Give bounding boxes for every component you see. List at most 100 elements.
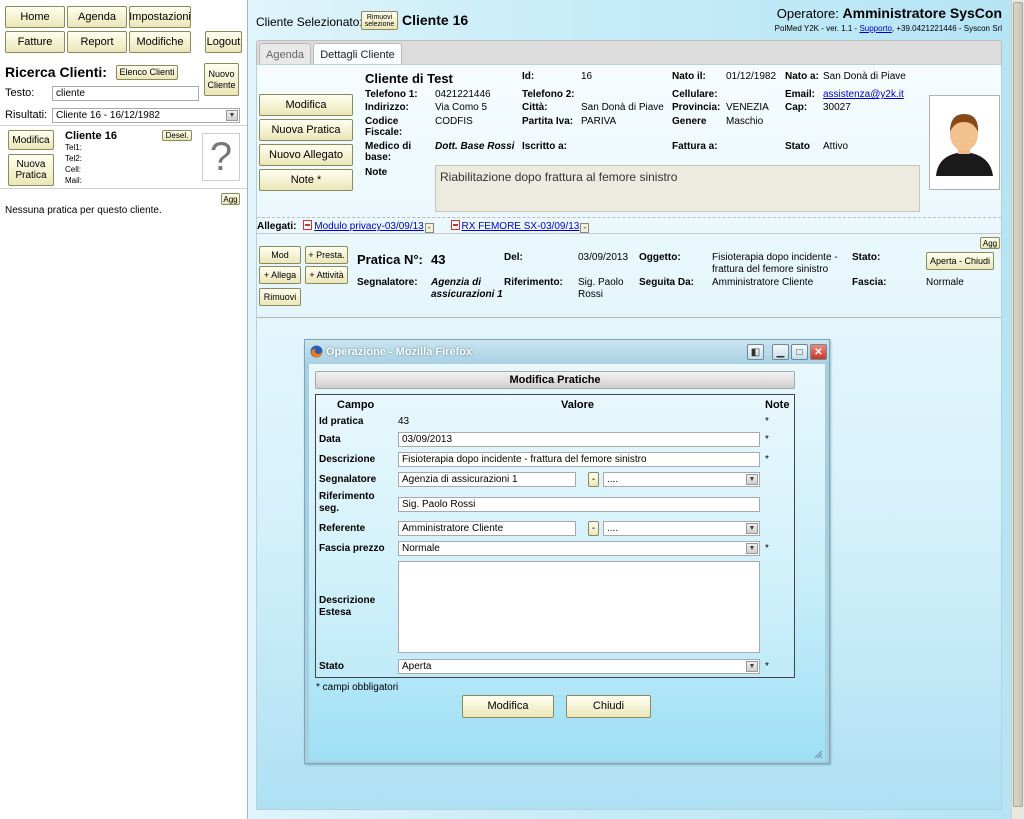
fascia-value: Normale <box>926 277 964 288</box>
id-pratica-value: 43 <box>398 416 410 427</box>
descrizione-field[interactable] <box>398 452 760 467</box>
presta-button[interactable]: + Presta. <box>305 246 348 264</box>
modifiche-button[interactable]: Modifiche <box>129 31 191 53</box>
telefono1-label: Telefono 1: <box>365 89 418 100</box>
allegato-modulo-privacy-link[interactable]: Modulo privacy-03/09/13 <box>314 221 424 232</box>
iscritto-label: Iscritto a: <box>522 141 568 152</box>
scrollbar-thumb[interactable] <box>1013 2 1023 807</box>
left-sidebar: Home Agenda Impostazioni Fatture Report … <box>0 0 248 819</box>
partita-label: Partita Iva: <box>522 116 574 127</box>
nato-a-value: San Donà di Piave <box>823 71 906 82</box>
chevron-down-icon: ▼ <box>226 110 238 121</box>
impostazioni-button[interactable]: Impostazioni <box>129 6 191 28</box>
cliente-modifica-button[interactable]: Modifica <box>259 94 353 116</box>
descrizione-label: Descrizione <box>319 454 376 465</box>
allegato-rx-femore-link[interactable]: RX FEMORE SX-03/09/13 <box>462 221 580 232</box>
nuovo-allegato-button[interactable]: Nuovo Allegato <box>259 144 353 166</box>
indirizzo-value: Via Como 5 <box>435 102 488 113</box>
fattura-label: Fattura a: <box>672 141 718 152</box>
search-input[interactable] <box>52 86 199 101</box>
testo-label: Testo: <box>5 87 35 99</box>
telefono1-value: 0421221446 <box>435 89 491 100</box>
genere-label: Genere <box>672 116 707 127</box>
riferimento-seg-field[interactable] <box>398 497 760 512</box>
descrizione-estesa-textarea[interactable] <box>398 561 760 653</box>
data-label: Data <box>319 434 341 445</box>
maximize-icon[interactable]: □ <box>791 344 808 360</box>
segnalatore-clear-button[interactable]: - <box>588 472 599 487</box>
oggetto-value: Fisioterapia dopo incidente - frattura d… <box>712 252 838 275</box>
riferimento-seg-label: Riferimento seg. <box>319 491 375 514</box>
popup-body: Modifica Pratiche Campo Valore Note Id p… <box>309 364 825 761</box>
minimize-icon[interactable]: ▁ <box>772 344 789 360</box>
supporto-link[interactable]: Supporto <box>859 24 891 33</box>
modifica-pratiche-heading: Modifica Pratiche <box>315 371 795 389</box>
del-value: 03/09/2013 <box>578 252 629 263</box>
attivita-button[interactable]: + Attività <box>305 266 348 284</box>
tab-dettagli-cliente[interactable]: Dettagli Cliente <box>313 43 402 66</box>
note-button[interactable]: Note * <box>259 169 353 191</box>
riferimento-value: Sig. Paolo Rossi <box>578 277 624 300</box>
citta-value: San Donà di Piave <box>581 102 664 113</box>
risultati-select[interactable]: Cliente 16 - 16/12/1982 ▼ <box>52 108 240 123</box>
report-button[interactable]: Report <box>67 31 127 53</box>
nuova-pratica-button[interactable]: Nuova Pratica <box>259 119 353 141</box>
risultati-value: Cliente 16 - 16/12/1982 <box>56 110 160 121</box>
popup-chiudi-button[interactable]: Chiudi <box>566 695 651 718</box>
card-photo-placeholder: ? <box>202 133 240 181</box>
seguita-value: Amministratore Cliente <box>712 277 814 288</box>
riferimento-label: Riferimento: <box>504 277 563 288</box>
segnalatore-field[interactable] <box>398 472 576 487</box>
nato-il-label: Nato il: <box>672 71 706 82</box>
genere-value: Maschio <box>726 116 764 127</box>
close-icon[interactable]: ✕ <box>810 344 827 360</box>
pratica-agg-button[interactable]: Agg <box>980 237 1000 249</box>
card-mail: Mail: <box>65 176 82 185</box>
popup-modifica-button[interactable]: Modifica <box>462 695 554 718</box>
stato-select[interactable]: Aperta ▼ <box>398 659 760 674</box>
referente-select-value: .... <box>607 523 619 534</box>
tab-agenda[interactable]: Agenda <box>259 43 311 65</box>
rimuovi-selezione-button[interactable]: Rimuovi selezione <box>361 11 398 30</box>
fascia-prezzo-select[interactable]: Normale ▼ <box>398 541 760 556</box>
referente-select[interactable]: .... ▼ <box>603 521 760 536</box>
referente-clear-button[interactable]: - <box>588 521 599 536</box>
descrizione-estesa-label: Descrizione Estesa <box>319 595 376 618</box>
remove-allegato1-button[interactable]: - <box>424 223 434 233</box>
resize-grip-icon[interactable] <box>814 750 823 759</box>
remove-allegato2-button[interactable]: - <box>580 223 590 233</box>
aperta-chiudi-button[interactable]: Aperta - Chiudi <box>926 252 994 270</box>
card-modifica-button[interactable]: Modifica <box>8 130 54 150</box>
referente-label: Referente <box>319 523 366 534</box>
vertical-scrollbar[interactable] <box>1011 0 1024 819</box>
desel-button[interactable]: Desel. <box>162 130 192 141</box>
pratica-title: Pratica N°: <box>357 252 423 267</box>
segnalatore-select[interactable]: .... ▼ <box>603 472 760 487</box>
restore-icon[interactable]: ◧ <box>747 344 764 360</box>
popup-window-title: Operazione - Mozilla Firefox <box>326 346 473 358</box>
rimuovi-pratica-button[interactable]: Rimuovi <box>259 288 301 306</box>
note-textarea[interactable]: Riabilitazione dopo frattura al femore s… <box>435 165 920 212</box>
pratica-mod-button[interactable]: Mod <box>259 246 301 264</box>
nuovo-cliente-button[interactable]: Nuovo Cliente <box>204 63 239 96</box>
required-mark: * <box>765 661 769 672</box>
card-agg-button[interactable]: Agg <box>221 193 240 205</box>
allega-button[interactable]: + Allega <box>259 266 301 284</box>
fatture-button[interactable]: Fatture <box>5 31 65 53</box>
email-link[interactable]: assistenza@y2k.it <box>823 89 904 100</box>
referente-field[interactable] <box>398 521 576 536</box>
card-nuova-pratica-button[interactable]: Nuova Pratica <box>8 154 54 186</box>
required-mark: * <box>765 416 769 427</box>
segnalatore-label: Segnalatore: <box>357 277 418 288</box>
indirizzo-label: Indirizzo: <box>365 102 409 113</box>
seguita-label: Seguita Da: <box>639 277 695 288</box>
logout-button[interactable]: Logout <box>205 31 242 53</box>
elenco-clienti-button[interactable]: Elenco Clienti <box>116 65 178 80</box>
data-field[interactable] <box>398 432 760 447</box>
cliente-name: Cliente di Test <box>365 71 453 86</box>
agenda-nav-button[interactable]: Agenda <box>67 6 127 28</box>
cap-value: 30027 <box>823 102 851 113</box>
firefox-icon <box>310 345 323 358</box>
home-button[interactable]: Home <box>5 6 65 28</box>
version-text: PolMed Y2K - ver. 1.1 - <box>774 24 858 33</box>
